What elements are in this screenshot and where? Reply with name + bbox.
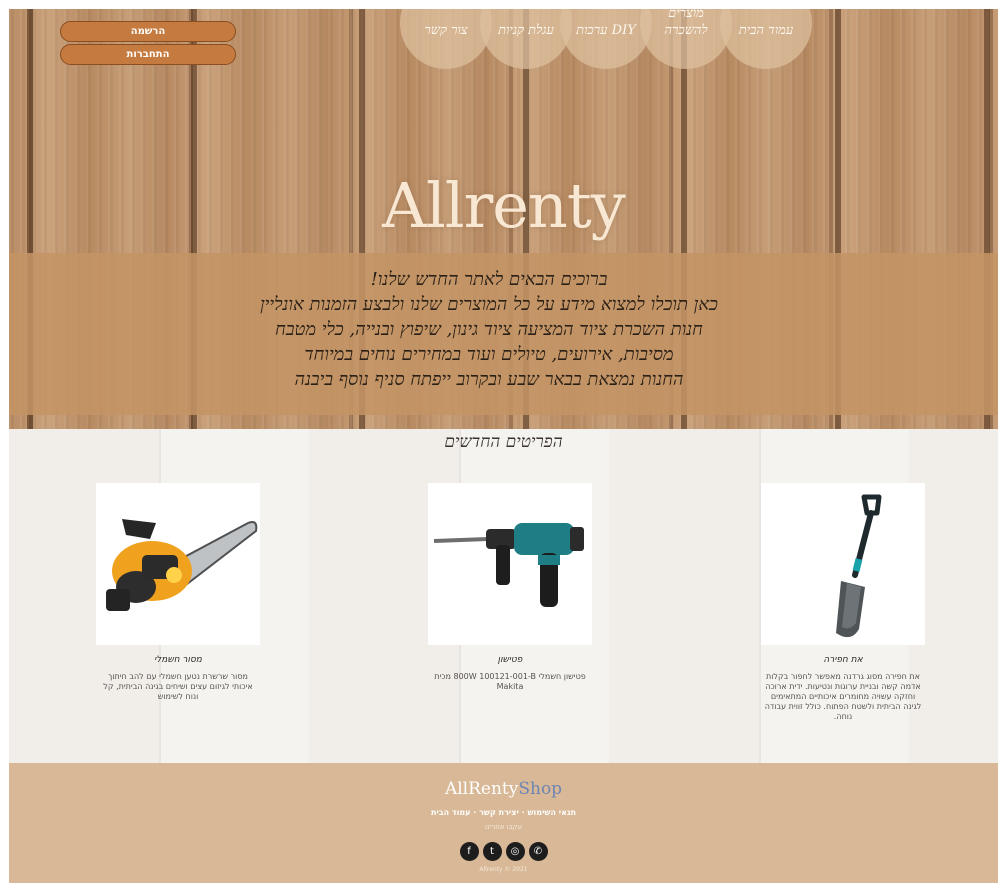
product-name: פטישון [497,655,523,665]
product-name: את חפירה [823,655,863,665]
welcome-line: ברוכים הבאים לאתר החדש שלנו! [370,269,608,290]
instagram-icon[interactable]: ◎ [505,842,525,861]
footer-logo[interactable]: AllRentyShop [9,779,998,799]
new-items-section: הפריטים החדשים את חפירה את חפירה מסוג גר… [9,429,998,763]
whatsapp-icon[interactable]: ✆ [528,842,548,861]
welcome-text: ברוכים הבאים לאתר החדש שלנו! כאן תוכלו ל… [209,267,769,392]
nav-item-rental-products[interactable]: מוצרים להשכרה [640,9,732,69]
section-title: הפריטים החדשים [444,432,563,452]
nav-item-diy-kits[interactable]: ערכות DIY [560,9,652,69]
product-card[interactable]: את חפירה את חפירה מסוג גרדנה מאפשר לחפור… [760,483,926,722]
hero-section: עמוד הבית מוצרים להשכרה ערכות DIY עגלת ק… [9,9,998,429]
register-button[interactable]: הרשמה [60,21,236,42]
footer-follow-text: עקבו אחרינו [484,823,522,831]
footer-links[interactable]: תנאי השימוש · יצירת קשר · עמוד הבית [9,808,998,817]
product-card[interactable]: מסור חשמלי מסור שרשרת נטען חשמלי עם להב … [95,483,261,702]
welcome-line: כאן תוכלו למצוא מידע על כל המוצרים שלנו … [260,294,718,315]
copyright: Allrenty © 2021 [479,866,528,873]
nav-item-contact[interactable]: צור קשר [400,9,492,69]
twitter-icon[interactable]: t [482,842,502,861]
footer-logo-accent: Shop [518,779,563,799]
welcome-line: החנות נמצאת בבאר שבע ובקרוב ייפתח סניף נ… [294,369,684,390]
welcome-band: ברוכים הבאים לאתר החדש שלנו! כאן תוכלו ל… [9,253,998,415]
page: עמוד הבית מוצרים להשכרה ערכות DIY עגלת ק… [9,9,998,883]
product-description: את חפירה מסוג גרדנה מאפשר לחפור בקלות אד… [764,672,922,721]
nav-item-cart[interactable]: עגלת קניות [480,9,572,69]
footer-logo-main: AllRenty [444,779,519,799]
brand-title: Allrenty [382,169,626,242]
social-links: f t ◎ ✆ [9,842,998,861]
product-name: מסור חשמלי [154,655,202,665]
product-description: פטישון חשמלי 800W 100121-001-B מכית Maki… [434,672,586,691]
spade-image[interactable] [761,483,925,645]
drill-image[interactable] [428,483,592,645]
facebook-icon[interactable]: f [459,842,479,861]
footer: AllRentyShop תנאי השימוש · יצירת קשר · ע… [9,763,998,883]
product-card[interactable]: פטישון פטישון חשמלי 800W 100121-001-B מכ… [427,483,593,692]
welcome-line: מסיבות, אירועים, טיולים ועוד במחירים נוח… [304,344,674,365]
login-button[interactable]: התחברות [60,44,236,65]
chainsaw-image[interactable] [96,483,260,645]
product-description: מסור שרשרת נטען חשמלי עם להב חיתוך איכות… [103,672,253,701]
main-nav: עמוד הבית מוצרים להשכרה ערכות DIY עגלת ק… [400,9,812,69]
welcome-line: חנות השכרת ציוד המציעה ציוד גינון, שיפוץ… [275,319,703,340]
nav-item-home[interactable]: עמוד הבית [720,9,812,69]
auth-buttons: הרשמה התחברות [60,21,236,67]
